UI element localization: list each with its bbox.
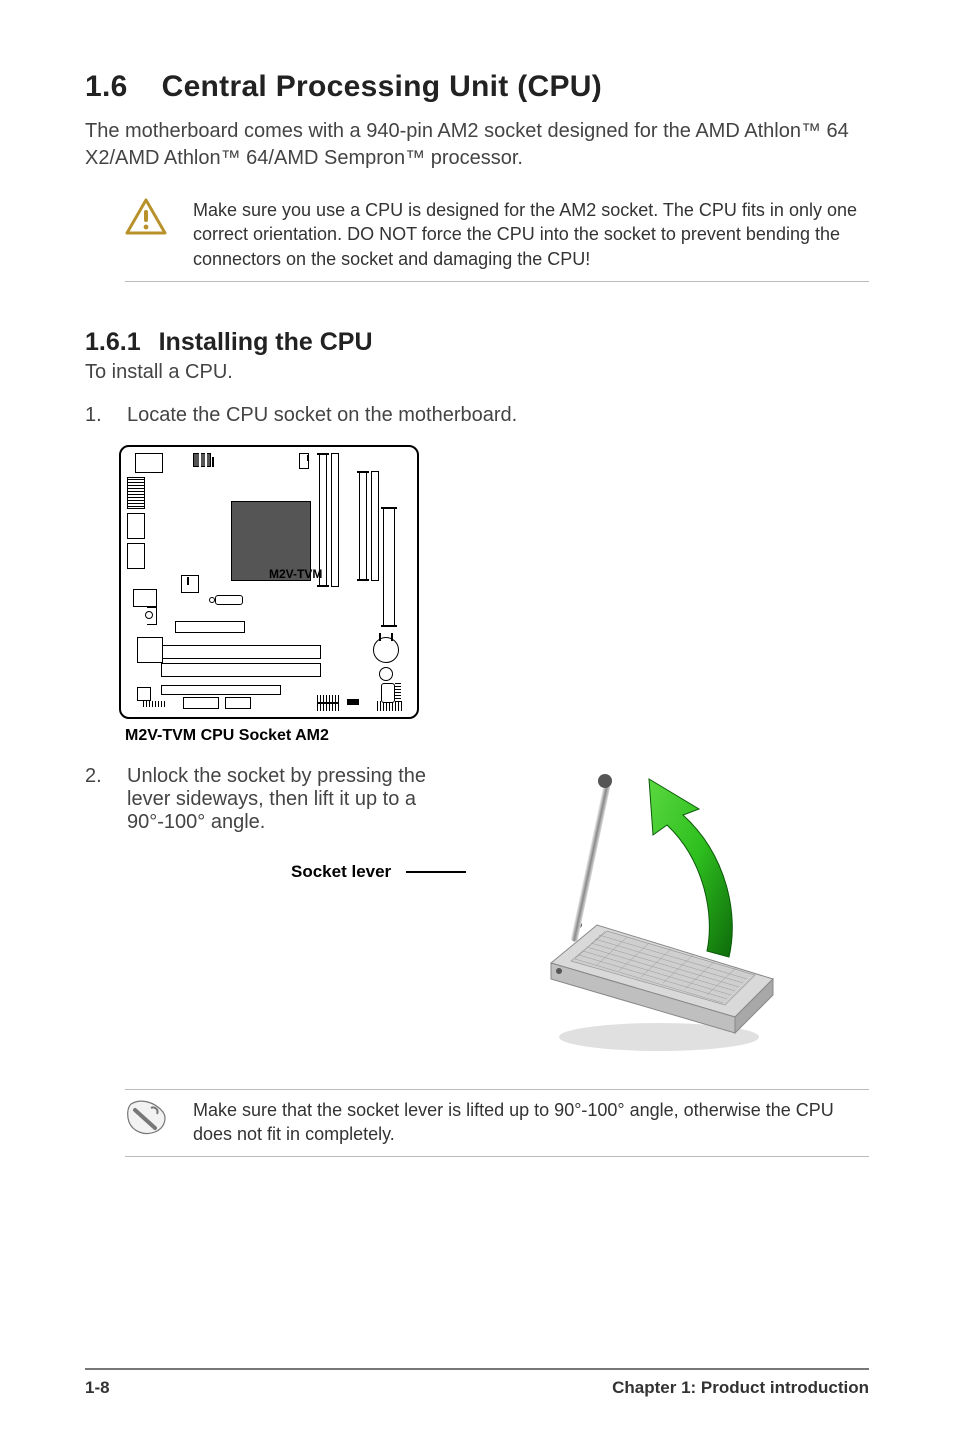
page-footer: 1-8 Chapter 1: Product introduction [85,1368,869,1398]
step-text: Unlock the socket by pressing the lever … [127,765,467,834]
section-title-text: Central Processing Unit (CPU) [162,70,602,103]
section-number: 1.6 [85,70,128,104]
subsection-title-text: Installing the CPU [159,328,373,356]
note-callout: Make sure that the socket lever is lifte… [125,1089,869,1158]
page-number: 1-8 [85,1378,110,1398]
socket-lever-label-text: Socket lever [291,862,391,881]
leader-line-icon [406,871,466,873]
socket-figure [477,765,787,1065]
note-text: Make sure that the socket lever is lifte… [193,1098,869,1147]
caution-triangle-icon [125,198,167,241]
step-number: 1. [85,404,127,427]
subsection-number: 1.6.1 [85,328,141,357]
step-item: 2. Unlock the socket by pressing the lev… [85,765,869,1065]
motherboard-diagram: M2V-TVM [119,445,419,719]
section-heading: 1.6 Central Processing Unit (CPU) [85,70,869,104]
subsection-heading: 1.6.1 Installing the CPU [85,328,869,357]
diagram-caption: M2V-TVM CPU Socket AM2 [125,727,869,745]
warning-text: Make sure you use a CPU is designed for … [193,198,869,271]
step-text: Locate the CPU socket on the motherboard… [127,404,869,427]
diagram-label: M2V-TVM [269,567,322,581]
subsection-lead: To install a CPU. [85,361,869,384]
warning-callout: Make sure you use a CPU is designed for … [125,192,869,282]
chapter-label: Chapter 1: Product introduction [612,1378,869,1398]
step-number: 2. [85,765,127,1065]
socket-lever-label: Socket lever [291,862,467,882]
section-intro: The motherboard comes with a 940-pin AM2… [85,118,869,172]
hand-note-icon [125,1098,167,1143]
step-item: 1. Locate the CPU socket on the motherbo… [85,404,869,427]
